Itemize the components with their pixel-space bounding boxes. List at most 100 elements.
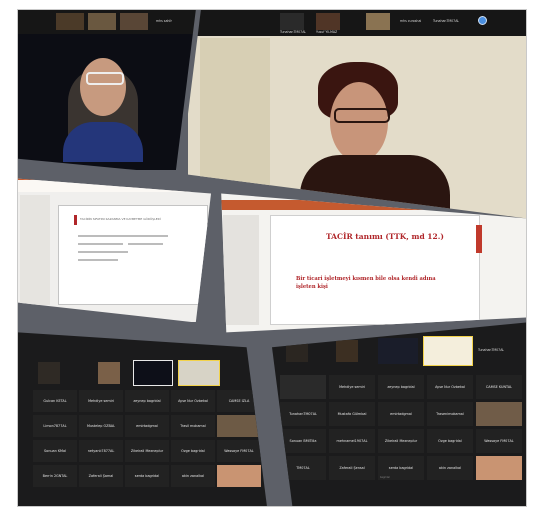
participant-tile[interactable]: TunahanTM07AL (280, 402, 326, 426)
participant-tile[interactable] (217, 415, 261, 437)
participant-tile[interactable]: Zikeirali Mezneplur (378, 429, 424, 453)
participant-tile[interactable]: Sonuan BMiTilla (280, 429, 326, 453)
participant-name: Yusuf YILMAZ (316, 30, 338, 34)
participant-name: TM07AL (296, 465, 310, 470)
slide-body-text: Bir ticari işletmeyi kısmen bile olsa ke… (296, 276, 436, 290)
settings-icon[interactable] (478, 16, 487, 25)
participant-tile[interactable]: TM07AL (280, 456, 326, 480)
participant-name: Wassaye FM07AL (224, 448, 254, 453)
participant-thumb[interactable] (336, 340, 358, 362)
participant-tile[interactable]: Mustafa Gülmbal (329, 402, 375, 426)
participant-tile[interactable]: Zaferali Şensal (329, 456, 375, 480)
participant-tile[interactable]: Sonuan KMal (33, 440, 77, 462)
participant-tile[interactable]: zeynep bagridal (378, 375, 424, 399)
participant-tile[interactable]: Trasenimokamal (427, 402, 473, 426)
participant-tile[interactable]: serda bagridal bagridal (378, 456, 424, 480)
participant-tile[interactable]: Mehdiye semiri (329, 375, 375, 399)
participant-name: Zikeirali Mezneplur (130, 448, 164, 453)
participant-tile[interactable]: Özge bagridal (427, 429, 473, 453)
slide-title: TACİR tanımı (TTK, md 12.) (326, 232, 444, 241)
participant-name: TunahanTM07AL (280, 30, 307, 34)
participant-tile[interactable]: akin zanalkal (427, 456, 473, 480)
glasses (334, 108, 390, 123)
participant-name: Zaferali Şamal (88, 473, 114, 478)
participant-name: Özge bagridal (181, 448, 205, 453)
participant-thumb[interactable] (378, 338, 418, 364)
participant-thumb[interactable] (133, 360, 173, 386)
participant-strip (188, 10, 526, 36)
collage-frame: mhs sahih TunahanTM07AL Yusuf YILMAZ mhs… (17, 9, 527, 507)
participant-name: Zaferali Şensal (339, 465, 365, 470)
slide-text-line (78, 251, 128, 253)
slide-thumbnails[interactable] (20, 195, 50, 305)
participant-tile[interactable]: mehnamei1907AL (329, 429, 375, 453)
slide-text-line (78, 243, 123, 245)
participant-thumb[interactable] (120, 13, 148, 30)
participant-tile[interactable] (476, 456, 522, 480)
participant-tile[interactable] (217, 465, 261, 487)
participant-thumb-active[interactable] (423, 336, 473, 366)
participant-thumb[interactable] (366, 13, 390, 30)
participant-tile[interactable]: Wassaye FM07AL (476, 429, 522, 453)
participant-tile[interactable]: Ayse Nur Ozbekal (171, 390, 215, 412)
participant-name: TunahanTM07AL (289, 411, 317, 416)
participant-name: akin zanalkal (438, 465, 462, 470)
face (80, 58, 126, 116)
participant-tile[interactable]: netyanlı7877AL (79, 440, 123, 462)
participant-thumb[interactable] (56, 13, 84, 30)
slide-heading: TACİRİN SIFATINI KAZANMA VE KAYBETME GÖR… (80, 217, 161, 221)
curtain (200, 38, 270, 208)
participant-name: serda bagridal (134, 473, 160, 478)
slide-text-line (128, 235, 168, 237)
glasses (86, 72, 124, 85)
participant-tile[interactable]: emirtadgmal (125, 415, 169, 437)
toolbar (18, 180, 212, 192)
participant-tile[interactable]: Trasil mokamal (171, 415, 215, 437)
participant-thumb[interactable] (98, 362, 120, 384)
participant-tile[interactable]: serda bagridal (125, 465, 169, 487)
participant-tile[interactable]: CAMSE KUNTAL (476, 375, 522, 399)
participant-thumb[interactable] (280, 13, 304, 30)
participant-name: CAMSE KUNTAL (485, 384, 513, 389)
participant-name: Trasenimokamal (436, 411, 464, 416)
participant-tile[interactable] (476, 402, 522, 426)
participant-tile[interactable]: Mustelep OZBAL (79, 415, 123, 437)
participant-tile[interactable]: akin zanalkal (171, 465, 215, 487)
slide-thumbnails[interactable] (223, 215, 259, 325)
participant-name: emirtadgmal (136, 423, 158, 428)
participant-name: TunahanTM07AL (433, 19, 460, 23)
participant-tile[interactable]: Zaferali Şamal (79, 465, 123, 487)
participant-name: mhs sahih (156, 19, 173, 23)
participant-name: Mustelep OZBAL (86, 423, 116, 428)
participant-name: netyanlı7877AL (87, 448, 115, 453)
participant-tile[interactable]: CAMSE IZLA (217, 390, 261, 412)
participant-tile[interactable]: Özge bagridal (171, 440, 215, 462)
slide-text-line (78, 235, 133, 237)
participant-tile[interactable]: Zikeirali Mezneplur (125, 440, 169, 462)
participant-name: Zikeirali Mezneplur (384, 438, 418, 443)
participant-name: Mehdiye semiri (339, 384, 365, 389)
participant-name: Gulcan KETAL (43, 398, 67, 403)
participant-tile[interactable]: emirtadgmal (378, 402, 424, 426)
participant-thumb[interactable] (88, 13, 116, 30)
participant-tile[interactable]: Limon7877AL (33, 415, 77, 437)
participant-tile[interactable]: Ayse Nur Ozbekal (427, 375, 473, 399)
participant-name: Sonuan BMiTilla (289, 438, 317, 443)
participant-name: Ayse Nur Ozbekal (178, 398, 208, 403)
participant-tile[interactable] (280, 375, 326, 399)
participant-thumb[interactable] (38, 362, 60, 384)
participant-thumb[interactable] (286, 340, 308, 362)
participant-sub: bagridal (380, 476, 390, 479)
participant-thumb[interactable] (316, 13, 340, 30)
participant-name: Özge bagridal (438, 438, 462, 443)
participant-tile[interactable]: Wassaye FM07AL (217, 440, 261, 462)
participant-tile[interactable]: Mehdiye semiri (79, 390, 123, 412)
participant-tile[interactable]: Berrin 2GNTAL (33, 465, 77, 487)
participant-name: mehnamei1907AL (336, 438, 368, 443)
participant-name: Trasil mokamal (180, 423, 206, 428)
slide-text-line (128, 243, 163, 245)
participant-name: Mehdiye semiri (88, 398, 114, 403)
participant-tile[interactable]: zeynep bagridal (125, 390, 169, 412)
participant-tile[interactable]: Gulcan KETAL (33, 390, 77, 412)
participant-thumb-active[interactable] (178, 360, 220, 386)
